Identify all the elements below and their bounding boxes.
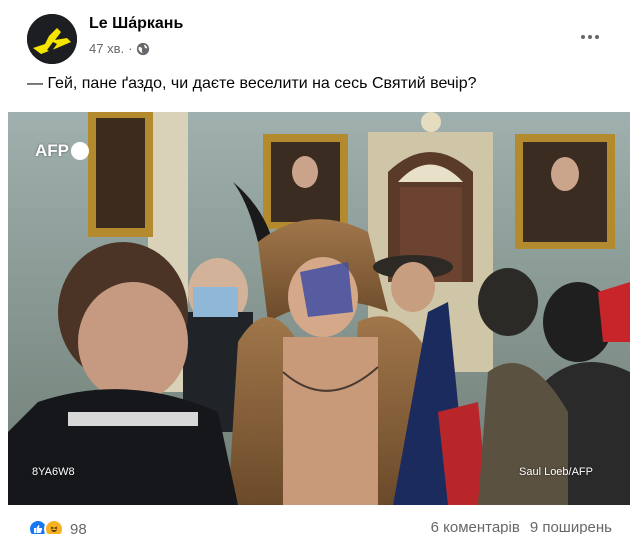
shares-count[interactable]: 9 поширень <box>530 519 612 534</box>
post-text: — Гей, пане ґаздо, чи даєте веселити на … <box>27 75 477 92</box>
page-name[interactable]: Le Ша́ркань <box>89 15 183 33</box>
more-options-icon[interactable] <box>572 22 608 52</box>
engagement-stats: 6 коментарів 9 поширень <box>431 519 612 534</box>
haha-icon <box>44 519 64 534</box>
globe-icon[interactable] <box>136 42 150 56</box>
comments-count[interactable]: 6 коментарів <box>431 519 520 534</box>
photo-code: 8YA6W8 <box>32 466 75 478</box>
photo-credit: Saul Loeb/AFP <box>519 466 593 478</box>
meta-separator: · <box>128 41 133 56</box>
afp-watermark-text: AFP <box>35 141 69 160</box>
post-time[interactable]: 47 хв. <box>89 41 124 56</box>
post-header: Le Ша́ркань 47 хв. · <box>0 0 631 70</box>
reactions-summary[interactable]: 98 <box>28 519 87 534</box>
post-photo[interactable]: AFP 8YA6W8 Saul Loeb/AFP <box>8 112 630 505</box>
post-footer: 98 6 коментарів 9 поширень <box>0 512 631 534</box>
photo-scene <box>8 112 630 505</box>
afp-circle-icon <box>71 142 89 160</box>
shark-logo-icon[interactable] <box>27 14 77 64</box>
reaction-count: 98 <box>70 520 87 534</box>
afp-watermark: AFP <box>35 141 89 161</box>
post-meta: 47 хв. · <box>89 41 150 56</box>
